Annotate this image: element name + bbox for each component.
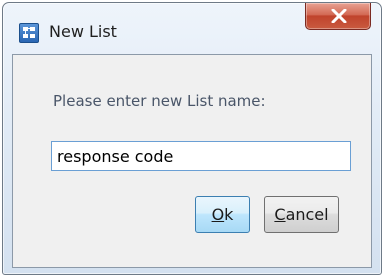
close-button[interactable] — [305, 3, 371, 30]
title-bar[interactable]: New List — [3, 3, 381, 55]
new-list-dialog: New List Please enter new List name: Ok … — [2, 2, 382, 275]
cancel-mnemonic: C — [274, 205, 286, 224]
ok-label-rest: k — [224, 205, 234, 224]
ok-mnemonic: O — [211, 205, 225, 224]
dialog-body: Please enter new List name: Ok Cancel — [12, 54, 372, 268]
ok-button[interactable]: Ok — [195, 196, 250, 233]
list-app-icon — [19, 23, 39, 43]
cancel-label-rest: ancel — [285, 205, 329, 224]
cancel-button[interactable]: Cancel — [264, 196, 339, 233]
list-name-input[interactable] — [51, 141, 351, 171]
prompt-label: Please enter new List name: — [53, 92, 266, 110]
window-title: New List — [49, 22, 117, 41]
close-icon — [331, 9, 347, 23]
